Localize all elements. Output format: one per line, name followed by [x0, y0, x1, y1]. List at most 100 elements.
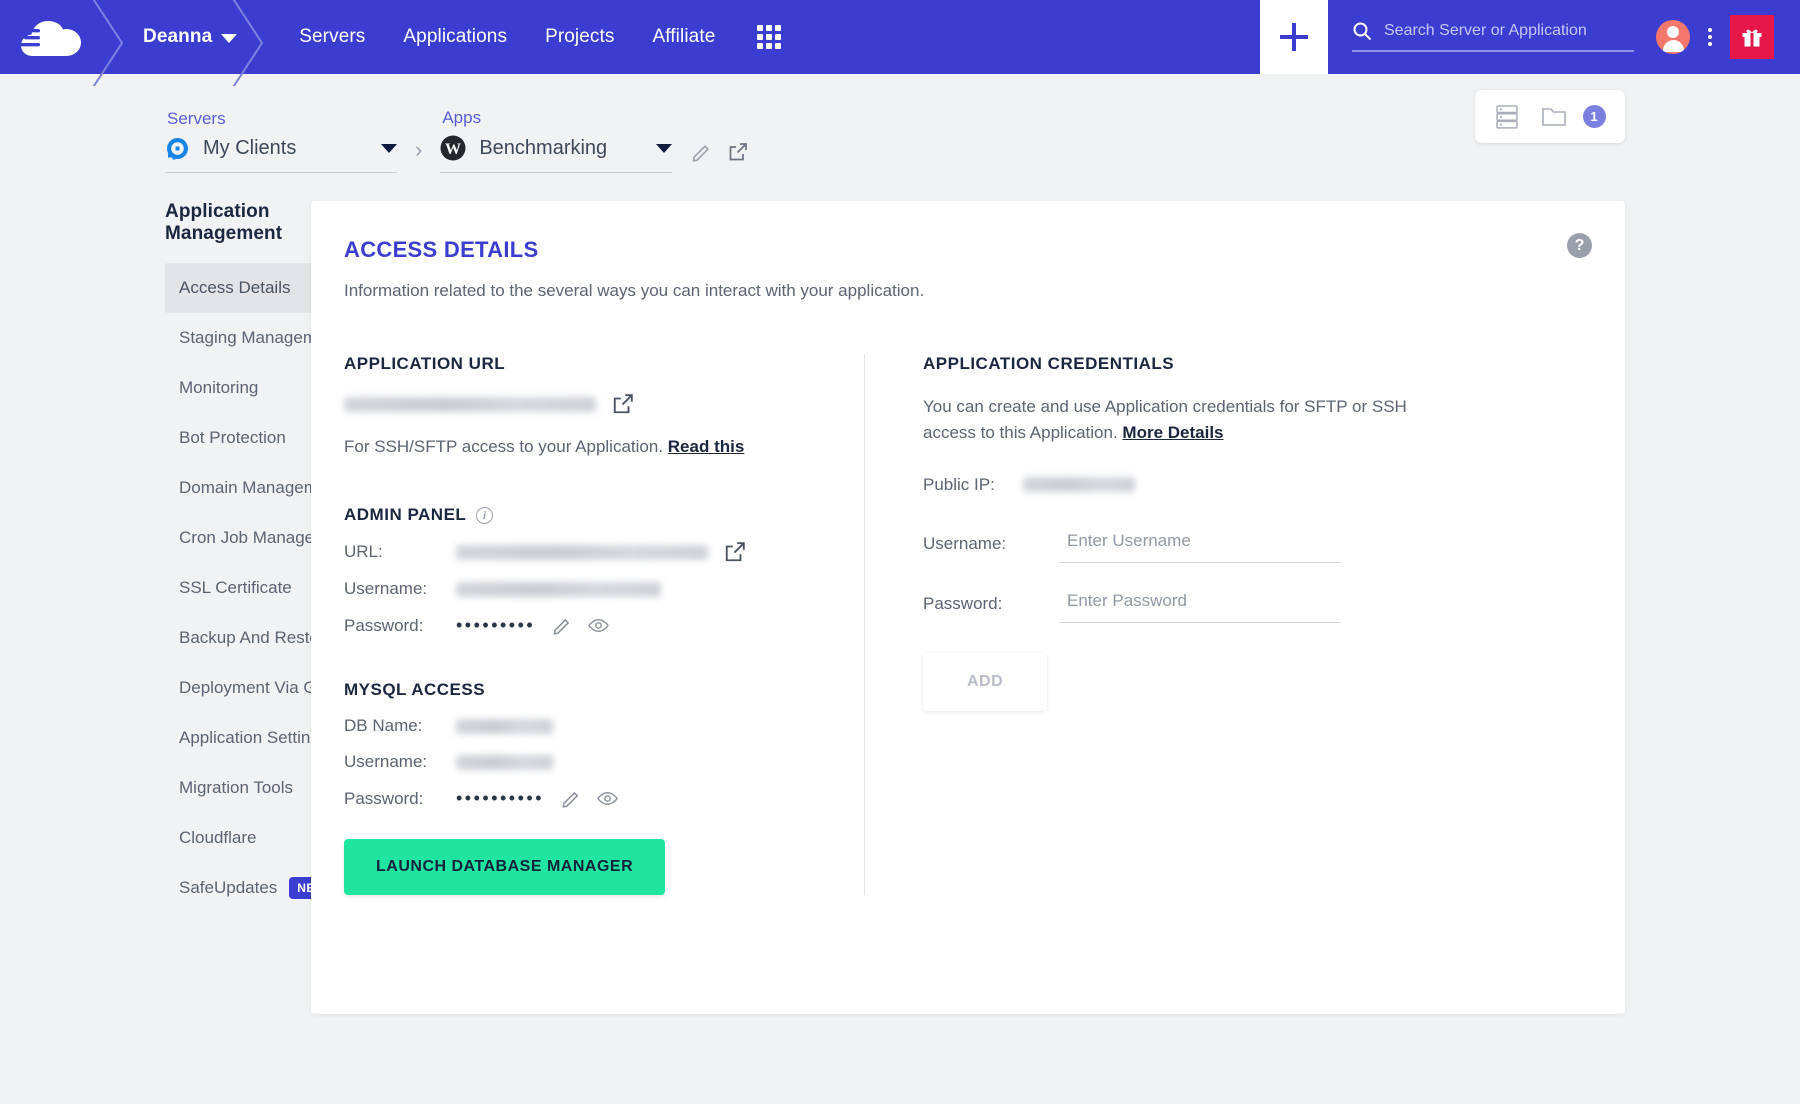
more-vertical-icon[interactable]: [1708, 28, 1712, 46]
application-management-sidebar: Application Management Access Details St…: [0, 201, 290, 1014]
search-icon: [1352, 21, 1372, 41]
section-title: MYSQL ACCESS: [344, 680, 485, 700]
apps-selector-group: Apps W Benchmarking: [440, 108, 672, 173]
info-circle-icon[interactable]: i: [476, 507, 493, 524]
apps-selector[interactable]: W Benchmarking: [440, 135, 672, 173]
server-provider-icon: [165, 136, 190, 161]
breadcrumb: Servers My Clients › Apps W Benchmarking: [0, 74, 1800, 173]
sidebar-item-label: Access Details: [179, 278, 290, 298]
row-label: DB Name:: [344, 716, 456, 736]
mysql-password-actions: [562, 789, 618, 808]
mysql-password-row: Password: ••••••••••: [344, 788, 834, 809]
chevron-down-icon: [656, 144, 672, 153]
cloudways-cloud-logo: [18, 15, 88, 59]
sidebar-item-label: Cloudflare: [179, 828, 257, 848]
pencil-edit-icon[interactable]: [692, 142, 712, 162]
open-admin-panel-button[interactable]: [724, 541, 746, 563]
search-area: [1352, 21, 1634, 54]
sidebar-item-label: SSL Certificate: [179, 578, 292, 598]
more-details-link[interactable]: More Details: [1122, 423, 1223, 442]
help-question-icon[interactable]: ?: [1567, 233, 1592, 258]
search-input[interactable]: [1384, 22, 1624, 40]
pencil-edit-icon[interactable]: [553, 616, 572, 635]
left-column: APPLICATION URL For SSH/SFTP access to y…: [344, 354, 834, 895]
application-url-value: [344, 397, 596, 412]
admin-panel-heading: ADMIN PANEL i: [344, 505, 834, 525]
public-ip-row: Public IP:: [923, 475, 1585, 495]
admin-panel-username-row: Username:: [344, 579, 834, 599]
row-label: Username:: [344, 752, 456, 772]
admin-panel-url-row: URL:: [344, 541, 834, 563]
server-stack-icon[interactable]: [1495, 104, 1519, 130]
admin-panel-url-value: [456, 545, 708, 560]
sidebar-item-label: Application Settings: [179, 728, 328, 748]
sidebar-item-label: Bot Protection: [179, 428, 286, 448]
nav-link-applications[interactable]: Applications: [403, 26, 507, 48]
breadcrumb-separator: ›: [415, 137, 422, 163]
wordpress-icon: W: [440, 135, 466, 161]
external-link-icon[interactable]: [728, 142, 748, 162]
application-url-heading: APPLICATION URL: [344, 354, 834, 374]
svg-text:W: W: [445, 141, 461, 158]
page-subtitle: Information related to the several ways …: [344, 281, 1585, 301]
app-actions: [692, 142, 748, 162]
password-input[interactable]: [1059, 585, 1341, 623]
add-credential-button[interactable]: ADD: [923, 653, 1047, 711]
servers-selector[interactable]: My Clients: [165, 136, 397, 173]
sidebar-heading: Application Management: [165, 201, 290, 245]
credentials-username-row: Username:: [923, 525, 1585, 563]
sidebar-item-label: Monitoring: [179, 378, 258, 398]
mysql-dbname-value: [456, 719, 553, 734]
row-label: Password:: [344, 789, 456, 809]
page-title: ACCESS DETAILS: [344, 237, 1585, 263]
sidebar-item-label: SafeUpdates: [179, 878, 277, 898]
page-body: Application Management Access Details St…: [0, 173, 1800, 1014]
credentials-password-row: Password:: [923, 585, 1585, 623]
admin-panel-password-actions: [553, 616, 609, 635]
eye-icon[interactable]: [597, 789, 618, 808]
mysql-username-row: Username:: [344, 752, 834, 772]
application-credentials-heading: APPLICATION CREDENTIALS: [923, 354, 1585, 374]
mysql-username-value: [456, 755, 553, 770]
open-application-url-button[interactable]: [612, 393, 634, 415]
nav-link-projects[interactable]: Projects: [545, 26, 614, 48]
plus-icon: [1280, 23, 1308, 51]
read-this-link[interactable]: Read this: [668, 437, 745, 456]
grid-apps-icon[interactable]: [757, 25, 781, 49]
username-input[interactable]: [1059, 525, 1341, 563]
pencil-edit-icon[interactable]: [562, 789, 581, 808]
external-link-icon: [612, 393, 634, 415]
admin-panel-password-row: Password: •••••••••: [344, 615, 834, 636]
admin-panel-password-value: •••••••••: [456, 615, 535, 636]
servers-label: Servers: [165, 109, 397, 129]
servers-selected-value: My Clients: [203, 137, 296, 160]
nav-divider-1: [88, 0, 134, 74]
gift-icon[interactable]: [1730, 15, 1774, 59]
top-navigation-bar: Deanna Servers Applications Projects Aff…: [0, 0, 1800, 74]
row-label: Password:: [923, 594, 1059, 614]
external-link-icon: [724, 541, 746, 563]
section-title: APPLICATION CREDENTIALS: [923, 354, 1174, 374]
application-credentials-description: You can create and use Application crede…: [923, 394, 1433, 447]
public-ip-value: [1023, 477, 1135, 492]
folder-icon[interactable]: [1541, 106, 1567, 128]
apps-selected-value: Benchmarking: [479, 137, 607, 160]
ssh-sftp-note-text: For SSH/SFTP access to your Application.: [344, 437, 663, 456]
row-label: Username:: [344, 579, 456, 599]
sidebar-item-label: Migration Tools: [179, 778, 293, 798]
application-url-row: [344, 393, 834, 415]
sidebar-item-label: Deployment Via Git: [179, 678, 325, 698]
section-title: APPLICATION URL: [344, 354, 505, 374]
nav-link-affiliate[interactable]: Affiliate: [653, 26, 716, 48]
account-name-label: Deanna: [143, 26, 212, 48]
nav-link-servers[interactable]: Servers: [299, 26, 365, 48]
nav-right-cluster: [1260, 0, 1800, 74]
eye-icon[interactable]: [588, 616, 609, 635]
ssh-sftp-note: For SSH/SFTP access to your Application.…: [344, 437, 834, 457]
apps-label: Apps: [440, 108, 672, 128]
add-button[interactable]: [1260, 0, 1328, 74]
row-label: Username:: [923, 534, 1059, 554]
user-avatar-icon[interactable]: [1656, 20, 1690, 54]
launch-database-manager-button[interactable]: LAUNCH DATABASE MANAGER: [344, 839, 665, 895]
app-count-badge: 1: [1583, 105, 1606, 128]
